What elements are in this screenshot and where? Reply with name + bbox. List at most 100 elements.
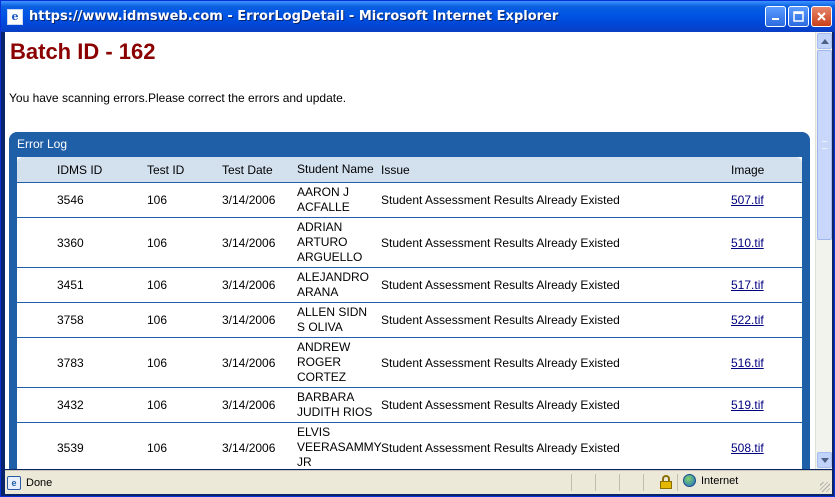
image-link[interactable]: 507.tif: [731, 193, 764, 207]
cell-idms-id: 3546: [57, 193, 84, 207]
vertical-scrollbar[interactable]: [815, 32, 832, 469]
cell-student-name: AARON J ACFALLE: [297, 185, 381, 215]
table-row: 3546 106 3/14/2006 AARON J ACFALLE Student As…: [17, 182, 802, 217]
cell-issue: Student Assessment Results Already Exist…: [381, 355, 620, 370]
cell-image: 519.tif: [731, 398, 791, 412]
page-done-icon: e: [7, 475, 21, 490]
image-link[interactable]: 519.tif: [731, 398, 764, 412]
minimize-icon: [772, 18, 779, 20]
cell-test-id: 106: [147, 398, 168, 412]
maximize-button[interactable]: [788, 6, 809, 27]
header-student-name: Student Name: [297, 162, 374, 176]
close-button[interactable]: [811, 6, 832, 27]
table-row: 3783 106 3/14/2006 ANDREW ROGER CORTEZ Student…: [17, 337, 802, 387]
status-divider: [619, 474, 620, 491]
cell-student-name: BARBARA JUDITH RIOS: [297, 390, 381, 420]
cell-idms-id: 3451: [57, 278, 84, 292]
cell-test-id: 106: [147, 278, 168, 292]
student-name-line: ROGER: [297, 355, 342, 369]
title-bar[interactable]: e https://www.idmsweb.com - ErrorLogDeta…: [1, 1, 835, 32]
maximize-icon: [793, 11, 804, 22]
lock-icon: [660, 475, 672, 489]
panel-title: Error Log: [17, 137, 68, 151]
student-name-line: VEERASAMMY: [297, 440, 382, 454]
status-divider: [677, 474, 678, 491]
student-name-line: ELVIS: [297, 425, 331, 439]
table-header-row: IDMS ID Test ID Test Date Student Name I…: [17, 157, 802, 182]
scroll-down-button[interactable]: [817, 452, 832, 468]
cell-test-id: 106: [147, 235, 168, 250]
cell-issue: Student Assessment Results Already Exist…: [381, 398, 620, 412]
error-message: You have scanning errors.Please correct …: [9, 91, 347, 105]
cell-issue: Student Assessment Results Already Exist…: [381, 235, 620, 250]
minimize-button[interactable]: [765, 6, 786, 27]
student-name-line: ANDREW: [297, 340, 351, 354]
scroll-up-button[interactable]: [817, 33, 832, 49]
cell-test-date: 3/14/2006: [222, 235, 276, 250]
status-divider: [571, 474, 572, 491]
ie-page-icon: e: [7, 8, 23, 25]
student-name-line: JUDITH RIOS: [297, 405, 373, 419]
window-controls: [765, 6, 832, 27]
student-name-line: AARON J: [297, 185, 350, 199]
cell-test-id: 106: [147, 313, 168, 327]
table-row: 3360 106 3/14/2006 ADRIAN ARTURO ARGUELLO Stud…: [17, 217, 802, 267]
zone-label: Internet: [701, 474, 739, 487]
error-log-panel: Error Log IDMS ID Test ID Test Date Stud…: [9, 132, 810, 469]
table-row: 3451 106 3/14/2006 ALEJANDRO ARANA Student As…: [17, 267, 802, 302]
page-title: Batch ID - 162: [10, 39, 156, 64]
window-title: https://www.idmsweb.com - ErrorLogDetail…: [29, 9, 559, 24]
cell-student-name: ALLEN SIDN S OLIVA: [297, 305, 381, 335]
error-log-table: IDMS ID Test ID Test Date Student Name I…: [17, 157, 802, 469]
status-bar: e Done Internet: [5, 470, 832, 494]
cell-test-date: 3/14/2006: [222, 355, 276, 370]
cell-idms-id: 3360: [57, 235, 84, 250]
cell-issue: Student Assessment Results Already Exist…: [381, 278, 620, 292]
cell-student-name: ELVIS VEERASAMMY JR: [297, 425, 382, 469]
cell-test-id: 106: [147, 193, 168, 207]
close-icon: [817, 12, 826, 21]
cell-image: 517.tif: [731, 278, 791, 292]
student-name-line: ADRIAN: [297, 220, 343, 234]
cell-student-name: ANDREW ROGER CORTEZ: [297, 340, 381, 385]
cell-issue: Student Assessment Results Already Exist…: [381, 440, 620, 455]
table-row: 3432 106 3/14/2006 BARBARA JUDITH RIOS Studen…: [17, 387, 802, 422]
cell-test-date: 3/14/2006: [222, 440, 276, 455]
status-divider: [595, 474, 596, 491]
student-name-line: ACFALLE: [297, 200, 350, 214]
header-issue: Issue: [381, 162, 410, 177]
cell-test-id: 106: [147, 355, 168, 370]
student-name-line: BARBARA: [297, 390, 355, 404]
cell-test-date: 3/14/2006: [222, 193, 276, 207]
cell-test-date: 3/14/2006: [222, 278, 276, 292]
image-link[interactable]: 516.tif: [731, 356, 764, 370]
globe-icon: [683, 474, 696, 487]
student-name-line: CORTEZ: [297, 370, 347, 384]
cell-test-id: 106: [147, 440, 168, 455]
cell-image: 516.tif: [731, 356, 791, 370]
image-link[interactable]: 522.tif: [731, 313, 764, 327]
image-link[interactable]: 517.tif: [731, 278, 764, 292]
browser-window: e https://www.idmsweb.com - ErrorLogDeta…: [0, 0, 835, 497]
cell-idms-id: 3758: [57, 313, 84, 327]
scroll-thumb[interactable]: [817, 50, 832, 240]
cell-image: 507.tif: [731, 193, 791, 207]
status-divider: [643, 474, 644, 491]
cell-image: 510.tif: [731, 236, 791, 250]
image-link[interactable]: 508.tif: [731, 441, 764, 455]
image-link[interactable]: 510.tif: [731, 236, 764, 250]
student-name-line: ARGUELLO: [297, 250, 363, 264]
student-name-line: ARTURO: [297, 235, 348, 249]
header-image: Image: [731, 162, 765, 177]
resize-grip[interactable]: [820, 482, 830, 492]
cell-test-date: 3/14/2006: [222, 398, 276, 412]
cell-idms-id: 3539: [57, 440, 84, 455]
security-zone: Internet: [683, 474, 738, 487]
cell-test-date: 3/14/2006: [222, 313, 276, 327]
status-text: Done: [26, 476, 53, 489]
header-test-date: Test Date: [222, 162, 273, 177]
student-name-line: ALEJANDRO: [297, 270, 370, 284]
cell-image: 508.tif: [731, 441, 791, 455]
student-name-line: JR: [297, 455, 312, 469]
cell-issue: Student Assessment Results Already Exist…: [381, 193, 620, 207]
